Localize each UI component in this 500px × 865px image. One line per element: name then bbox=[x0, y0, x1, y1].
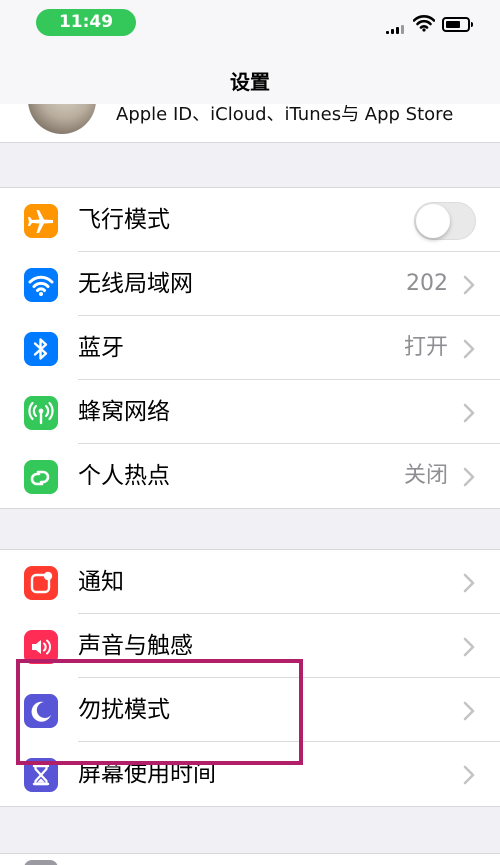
row-label: 通知 bbox=[78, 569, 124, 595]
hotspot-status: 关闭 bbox=[403, 463, 448, 488]
apple-id-row[interactable]: Apple ID、iCloud、iTunes与 App Store bbox=[0, 104, 500, 142]
chevron-right-icon bbox=[463, 275, 475, 295]
cellular-icon bbox=[24, 396, 58, 430]
airplane-mode-toggle[interactable] bbox=[414, 202, 476, 240]
hourglass-icon bbox=[24, 758, 58, 792]
row-bluetooth[interactable]: 蓝牙 打开 bbox=[0, 316, 500, 380]
bluetooth-status: 打开 bbox=[403, 335, 448, 360]
row-label: 蓝牙 bbox=[78, 335, 124, 361]
apple-id-subtitle: Apple ID、iCloud、iTunes与 App Store bbox=[116, 104, 454, 125]
notifications-group: 通知 声音与触感 勿扰模式 屏幕使用时间 bbox=[0, 549, 500, 807]
avatar bbox=[28, 104, 96, 134]
status-bar: 11:49 bbox=[0, 0, 500, 48]
chevron-right-icon bbox=[463, 765, 475, 785]
wifi-network-name: 202 bbox=[406, 271, 448, 296]
chevron-right-icon bbox=[463, 403, 475, 423]
row-label: 飞行模式 bbox=[78, 207, 170, 233]
row-label: 无线局域网 bbox=[78, 271, 193, 297]
row-personal-hotspot[interactable]: 个人热点 关闭 bbox=[0, 444, 500, 508]
row-label: 屏幕使用时间 bbox=[78, 761, 216, 787]
row-label: 蜂窝网络 bbox=[78, 399, 170, 425]
toggle-knob bbox=[416, 204, 450, 238]
navigation-bar: 设置 bbox=[0, 48, 500, 104]
bluetooth-icon bbox=[24, 332, 58, 366]
sounds-icon bbox=[24, 630, 58, 664]
row-sounds-haptics[interactable]: 声音与触感 bbox=[0, 614, 500, 678]
general-icon bbox=[24, 860, 58, 865]
row-wifi[interactable]: 无线局域网 202 bbox=[0, 252, 500, 316]
next-group-edge bbox=[0, 853, 500, 865]
chevron-right-icon bbox=[463, 573, 475, 593]
airplane-icon bbox=[24, 204, 58, 238]
connectivity-group: 飞行模式 无线局域网 202 蓝牙 打开 蜂窝网络 个人热点 关闭 bbox=[0, 187, 500, 509]
status-time[interactable]: 11:49 bbox=[36, 9, 136, 36]
chevron-right-icon bbox=[463, 701, 475, 721]
signal-icon bbox=[386, 24, 406, 34]
wifi-icon bbox=[24, 268, 58, 302]
row-do-not-disturb[interactable]: 勿扰模式 bbox=[0, 678, 500, 742]
divider bbox=[0, 142, 500, 143]
chevron-right-icon bbox=[463, 637, 475, 657]
hotspot-icon bbox=[24, 460, 58, 494]
notifications-icon bbox=[24, 566, 58, 600]
page-title: 设置 bbox=[230, 70, 270, 94]
chevron-right-icon bbox=[463, 339, 475, 359]
battery-icon bbox=[442, 17, 473, 32]
row-label: 声音与触感 bbox=[78, 633, 193, 659]
row-screen-time[interactable]: 屏幕使用时间 bbox=[0, 742, 500, 806]
row-label: 个人热点 bbox=[78, 463, 170, 489]
row-cellular[interactable]: 蜂窝网络 bbox=[0, 380, 500, 444]
wifi-status-icon bbox=[413, 15, 435, 32]
row-label: 勿扰模式 bbox=[78, 697, 170, 723]
row-notifications[interactable]: 通知 bbox=[0, 550, 500, 614]
chevron-right-icon bbox=[463, 467, 475, 487]
row-airplane-mode[interactable]: 飞行模式 bbox=[0, 188, 500, 252]
moon-icon bbox=[24, 694, 58, 728]
